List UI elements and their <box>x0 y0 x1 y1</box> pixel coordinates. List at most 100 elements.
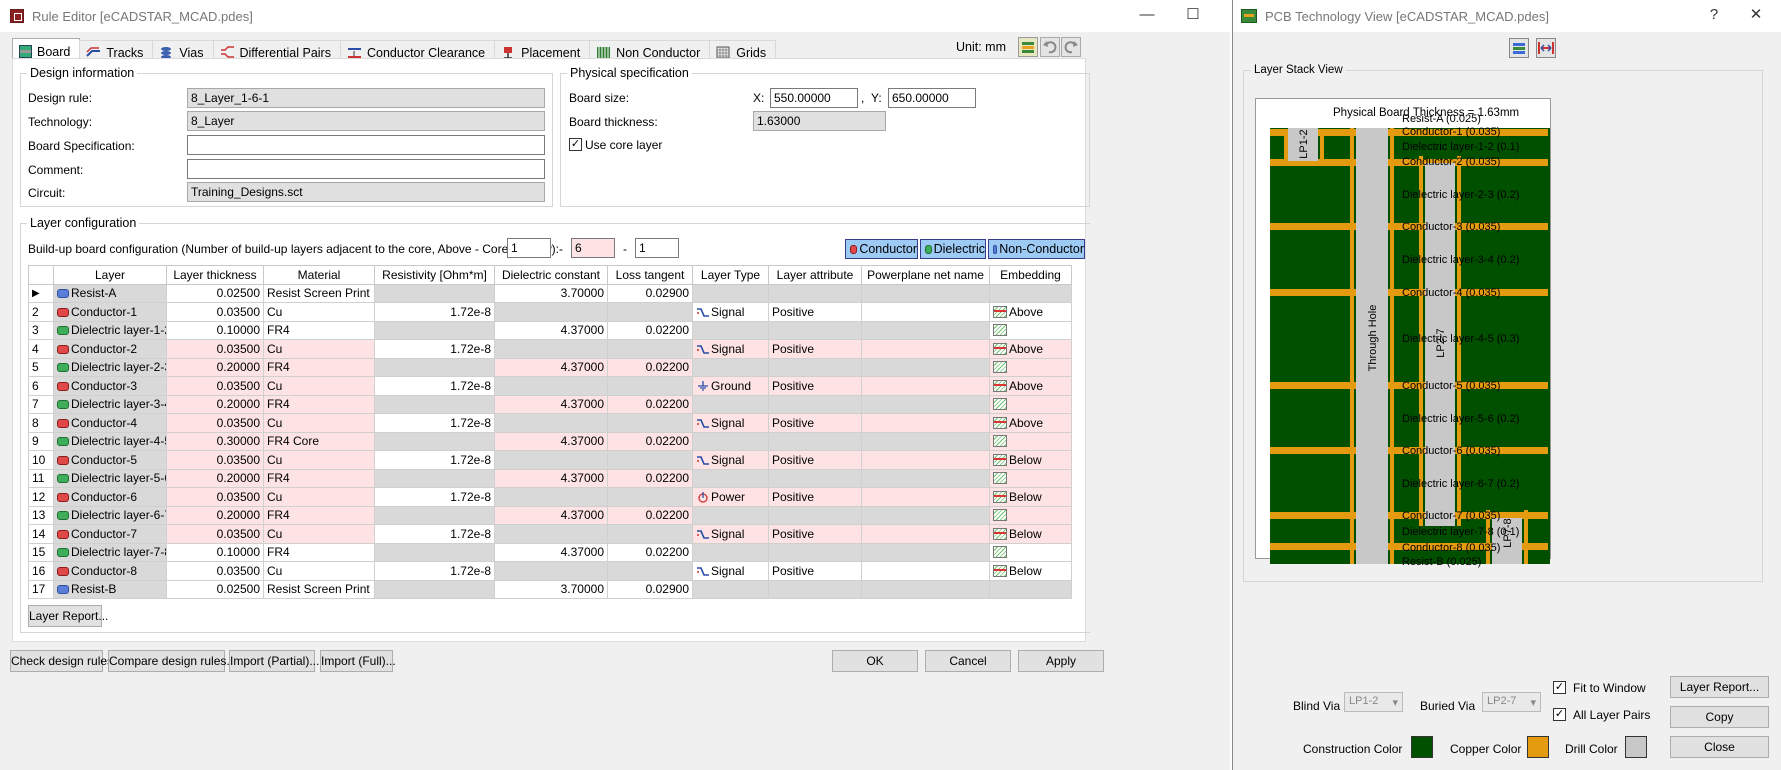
apply-button[interactable]: Apply <box>1018 650 1104 672</box>
powerplane-net-cell[interactable] <box>861 413 990 433</box>
loss-tangent-cell[interactable]: 0.02200 <box>607 505 693 525</box>
table-row[interactable]: 16 Conductor-8 0.03500 Cu 1.72e-8 Signal Posit… <box>28 561 1084 581</box>
dielectric-constant-cell[interactable]: 4.37000 <box>494 505 608 525</box>
stack-view-toggle-button[interactable] <box>1018 37 1038 57</box>
layer-attribute-cell[interactable] <box>768 468 862 488</box>
resistivity-cell[interactable]: 1.72e-8 <box>374 302 495 322</box>
layer-type-cell[interactable]: Signal <box>692 339 769 359</box>
layer-thickness-cell[interactable]: 0.03500 <box>166 561 264 581</box>
col-loss-tangent[interactable]: Loss tangent <box>607 265 693 285</box>
resistivity-cell[interactable]: 1.72e-8 <box>374 339 495 359</box>
embedding-cell[interactable] <box>989 468 1072 488</box>
dielectric-constant-cell[interactable] <box>494 487 608 507</box>
layer-name-cell[interactable]: Conductor-4 <box>53 413 167 433</box>
layer-attribute-cell[interactable]: Positive <box>768 487 862 507</box>
layer-type-cell[interactable] <box>692 542 769 562</box>
col-material[interactable]: Material <box>263 265 375 285</box>
table-row[interactable]: 10 Conductor-5 0.03500 Cu 1.72e-8 Signal Posit… <box>28 450 1084 470</box>
layer-type-cell[interactable] <box>692 579 769 599</box>
dielectric-constant-cell[interactable]: 4.37000 <box>494 394 608 414</box>
fit-to-window-checkbox[interactable]: ✓ <box>1553 681 1566 694</box>
table-row[interactable]: 8 Conductor-4 0.03500 Cu 1.72e-8 Signal Positi… <box>28 413 1084 433</box>
powerplane-net-cell[interactable] <box>861 450 990 470</box>
powerplane-net-cell[interactable] <box>861 339 990 359</box>
material-cell[interactable]: FR4 <box>263 542 375 562</box>
col-layer-type[interactable]: Layer Type <box>692 265 769 285</box>
layer-thickness-cell[interactable]: 0.10000 <box>166 320 264 340</box>
layer-name-cell[interactable]: Dielectric layer-4-5 <box>53 431 167 451</box>
layer-attribute-cell[interactable] <box>768 542 862 562</box>
layer-attribute-cell[interactable]: Positive <box>768 450 862 470</box>
embedding-cell[interactable]: Above <box>989 413 1072 433</box>
table-row[interactable]: ▶ Resist-A 0.02500 Resist Screen Print 3.700… <box>28 283 1084 303</box>
layer-name-cell[interactable]: Conductor-6 <box>53 487 167 507</box>
col-layer-attribute[interactable]: Layer attribute <box>768 265 862 285</box>
layer-attribute-cell[interactable]: Positive <box>768 302 862 322</box>
layer-type-cell[interactable] <box>692 320 769 340</box>
layer-type-cell[interactable] <box>692 431 769 451</box>
material-cell[interactable]: Cu <box>263 561 375 581</box>
powerplane-net-cell[interactable] <box>861 376 990 396</box>
loss-tangent-cell[interactable]: 0.02200 <box>607 468 693 488</box>
layer-name-cell[interactable]: Conductor-3 <box>53 376 167 396</box>
layer-thickness-cell[interactable]: 0.02500 <box>166 283 264 303</box>
material-cell[interactable]: FR4 <box>263 357 375 377</box>
resistivity-cell[interactable] <box>374 320 495 340</box>
embedding-cell[interactable] <box>989 505 1072 525</box>
embedding-cell[interactable]: Below <box>989 524 1072 544</box>
undo-button[interactable] <box>1040 37 1060 57</box>
resistivity-cell[interactable] <box>374 431 495 451</box>
embedding-cell[interactable]: Above <box>989 302 1072 322</box>
embedding-cell[interactable] <box>989 320 1072 340</box>
powerplane-net-cell[interactable] <box>861 468 990 488</box>
table-row[interactable]: 13 Dielectric layer-6-7 0.20000 FR4 4.37000 0… <box>28 505 1084 525</box>
fit-stack-button[interactable] <box>1536 38 1556 58</box>
powerplane-net-cell[interactable] <box>861 579 990 599</box>
material-cell[interactable]: Cu <box>263 524 375 544</box>
powerplane-net-cell[interactable] <box>861 320 990 340</box>
powerplane-net-cell[interactable] <box>861 394 990 414</box>
powerplane-net-cell[interactable] <box>861 283 990 303</box>
material-cell[interactable]: Resist Screen Print <box>263 283 375 303</box>
layer-thickness-cell[interactable]: 0.20000 <box>166 394 264 414</box>
board-size-x-field[interactable]: 550.00000 <box>770 88 858 108</box>
import-partial-button[interactable]: Import (Partial)... <box>229 650 319 672</box>
dielectric-constant-cell[interactable]: 4.37000 <box>494 542 608 562</box>
embedding-cell[interactable] <box>989 283 1072 303</box>
layer-attribute-cell[interactable] <box>768 394 862 414</box>
embedding-cell[interactable] <box>989 579 1072 599</box>
layer-type-cell[interactable]: Power <box>692 487 769 507</box>
help-button[interactable]: ? <box>1691 0 1737 32</box>
embedding-cell[interactable] <box>989 394 1072 414</box>
layer-name-cell[interactable]: Dielectric layer-3-4 <box>53 394 167 414</box>
cancel-button[interactable]: Cancel <box>925 650 1011 672</box>
layer-thickness-cell[interactable]: 0.03500 <box>166 302 264 322</box>
material-cell[interactable]: FR4 <box>263 468 375 488</box>
dielectric-constant-cell[interactable] <box>494 561 608 581</box>
layer-type-cell[interactable]: Signal <box>692 302 769 322</box>
powerplane-net-cell[interactable] <box>861 505 990 525</box>
layer-name-cell[interactable]: Dielectric layer-6-7 <box>53 505 167 525</box>
layer-thickness-cell[interactable]: 0.03500 <box>166 413 264 433</box>
dielectric-constant-cell[interactable]: 4.37000 <box>494 468 608 488</box>
material-cell[interactable]: FR4 <box>263 394 375 414</box>
resistivity-cell[interactable] <box>374 542 495 562</box>
layer-report-button[interactable]: Layer Report... <box>28 605 108 627</box>
dielectric-constant-cell[interactable] <box>494 339 608 359</box>
table-row[interactable]: 17 Resist-B 0.02500 Resist Screen Print 3.70… <box>28 579 1084 599</box>
layer-attribute-cell[interactable] <box>768 283 862 303</box>
dielectric-constant-cell[interactable]: 4.37000 <box>494 357 608 377</box>
layer-type-cell[interactable] <box>692 468 769 488</box>
minimize-button[interactable]: — <box>1124 0 1170 32</box>
rule-editor-titlebar[interactable]: Rule Editor [eCADSTAR_MCAD.pdes] — ☐ <box>0 0 1230 32</box>
layer-attribute-cell[interactable]: Positive <box>768 524 862 544</box>
layer-thickness-cell[interactable]: 0.20000 <box>166 357 264 377</box>
board-size-y-field[interactable]: 650.00000 <box>888 88 976 108</box>
loss-tangent-cell[interactable]: 0.02900 <box>607 579 693 599</box>
buildup-above-field[interactable]: 1 <box>507 238 551 258</box>
layer-name-cell[interactable]: Dielectric layer-1-2 <box>53 320 167 340</box>
layer-thickness-cell[interactable]: 0.03500 <box>166 524 264 544</box>
layer-name-cell[interactable]: Conductor-1 <box>53 302 167 322</box>
dielectric-constant-cell[interactable]: 4.37000 <box>494 320 608 340</box>
loss-tangent-cell[interactable]: 0.02200 <box>607 394 693 414</box>
